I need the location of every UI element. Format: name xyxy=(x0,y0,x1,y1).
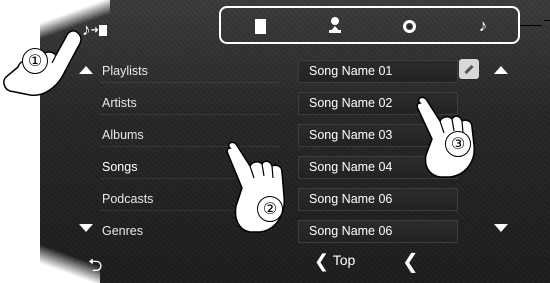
source-indicator[interactable]: ♪➜ xyxy=(82,20,107,40)
list-divider xyxy=(100,114,280,115)
song-scroll-up-button[interactable] xyxy=(494,66,508,74)
tab-book[interactable] xyxy=(247,16,273,36)
tab-artist[interactable] xyxy=(322,16,348,36)
song-item[interactable]: Song Name 06 xyxy=(298,188,458,211)
book-icon xyxy=(254,19,266,35)
top-button[interactable]: ❮ Top xyxy=(314,251,355,272)
tab-disc[interactable] xyxy=(396,16,422,36)
music-note-icon: ♪ xyxy=(478,16,488,35)
callout-leader-line xyxy=(520,25,542,26)
arrow-icon: ➜ xyxy=(90,25,99,37)
category-item-artists[interactable]: Artists xyxy=(102,93,137,113)
category-item-albums[interactable]: Albums xyxy=(102,125,144,145)
category-item-playlists[interactable]: Playlists xyxy=(102,61,148,81)
list-divider xyxy=(100,82,280,83)
category-item-genres[interactable]: Genres xyxy=(102,221,143,241)
callout-number-1: ① xyxy=(22,48,48,74)
category-scroll-down-button[interactable] xyxy=(79,224,93,232)
book-icon xyxy=(98,25,107,37)
category-item-songs[interactable]: Songs xyxy=(102,157,137,177)
disc-icon xyxy=(402,20,416,34)
top-button-label: Top xyxy=(332,252,356,269)
callout-number-2: ② xyxy=(257,196,283,222)
callout-leader-dash xyxy=(544,20,550,21)
hand-pointer-icon xyxy=(226,141,285,233)
back-button[interactable]: ⮌ xyxy=(88,253,102,283)
callout-number-3: ③ xyxy=(445,131,471,157)
source-tab-bar: ♪ xyxy=(219,6,520,44)
tab-music[interactable]: ♪ xyxy=(470,16,496,36)
artist-icon xyxy=(329,17,341,33)
song-scroll-down-button[interactable] xyxy=(494,224,508,232)
song-item[interactable]: Song Name 01 xyxy=(298,60,458,83)
edit-icon[interactable] xyxy=(459,59,479,79)
previous-level-button[interactable]: ❮ xyxy=(402,249,419,274)
category-item-podcasts[interactable]: Podcasts xyxy=(102,189,153,209)
song-item[interactable]: Song Name 06 xyxy=(298,220,458,243)
chevron-left-icon: ❮ xyxy=(314,251,330,271)
